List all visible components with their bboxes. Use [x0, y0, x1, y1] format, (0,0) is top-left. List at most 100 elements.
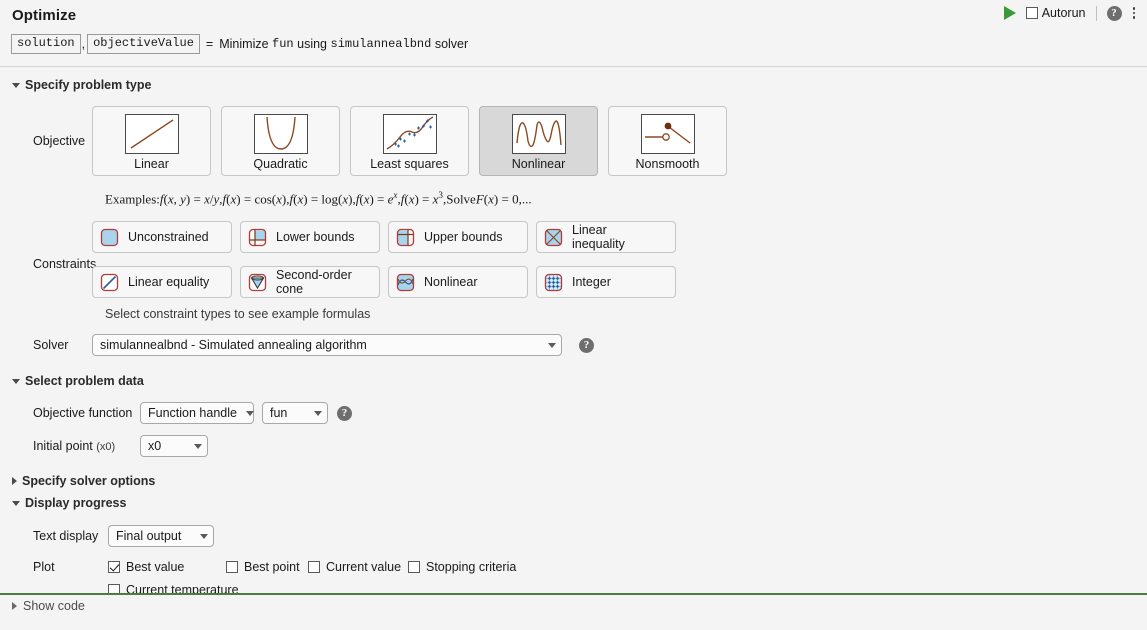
run-button[interactable]: [1003, 5, 1019, 21]
constraint-label-integer: Integer: [572, 275, 611, 290]
initial-point-dropdown[interactable]: x0: [140, 435, 208, 458]
section-specify-problem-type[interactable]: Specify problem type: [0, 78, 1147, 92]
constraint-integer[interactable]: Integer: [536, 266, 676, 299]
solver-dropdown[interactable]: simulannealbnd - Simulated annealing alg…: [92, 334, 562, 357]
upper-bounds-icon: [396, 228, 415, 247]
linear-plot-icon: [124, 114, 179, 154]
quadratic-plot-icon: [253, 114, 308, 154]
objective-type-group: Linear Quadratic Least squares Nonlinear…: [92, 106, 727, 176]
objective-tile-nonlinear[interactable]: Nonlinear: [479, 106, 598, 176]
objective-function-help-icon[interactable]: ?: [337, 405, 352, 421]
objective-tile-label-least-squares: Least squares: [370, 157, 449, 171]
output-variable-solution[interactable]: solution: [11, 34, 81, 54]
section-label-problem-type: Specify problem type: [25, 78, 152, 92]
show-code-toggle[interactable]: Show code: [0, 595, 1147, 613]
constraints-row-1: Unconstrained Lower bounds Upper bounds …: [92, 221, 676, 254]
section-display-progress[interactable]: Display progress: [0, 496, 1147, 510]
constraint-label-unconstrained: Unconstrained: [128, 230, 209, 245]
header-controls: Autorun ?: [1003, 5, 1139, 21]
constraint-linear-inequality[interactable]: Linear inequality: [536, 221, 676, 254]
text-display-dropdown[interactable]: Final output: [108, 525, 214, 548]
text-display-row: Text display Final output: [0, 525, 1147, 548]
integer-grid-icon: [544, 273, 563, 292]
output-variable-objectivevalue[interactable]: objectiveValue: [87, 34, 200, 54]
constraint-label-linear-inequality: Linear inequality: [572, 223, 625, 252]
linear-equality-icon: [100, 273, 119, 292]
summary-minimize-word: Minimize: [219, 37, 269, 51]
plot-checkbox-stopping-criteria[interactable]: Stopping criteria: [408, 560, 516, 574]
autorun-label: Autorun: [1041, 6, 1086, 20]
constraint-lower-bounds[interactable]: Lower bounds: [240, 221, 380, 254]
autorun-toggle[interactable]: Autorun: [1025, 6, 1086, 20]
chevron-down-icon: [12, 500, 20, 506]
summary-using-word: using: [297, 37, 328, 51]
best-point-checkbox[interactable]: [226, 561, 238, 574]
objective-tile-nonsmooth[interactable]: Nonsmooth: [608, 106, 727, 176]
constraint-label-upper-bounds: Upper bounds: [424, 230, 503, 245]
plot-checkbox-best-value[interactable]: Best value: [108, 560, 226, 574]
chevron-down-icon: [245, 410, 254, 416]
objective-tile-label-nonlinear: Nonlinear: [511, 157, 566, 171]
objective-function-value-dropdown[interactable]: fun: [262, 402, 328, 425]
page-title: Optimize: [12, 7, 77, 24]
stopping-criteria-checkbox[interactable]: [408, 561, 420, 574]
objective-tile-label-quadratic: Quadratic: [253, 157, 308, 171]
chevron-down-icon: [548, 342, 556, 348]
task-body: Specify problem type Objective Linear Qu…: [0, 78, 1147, 618]
unconstrained-square-icon: [100, 228, 119, 247]
constraint-label-second-order-cone: Second-order cone: [276, 268, 352, 297]
objective-tile-least-squares[interactable]: Least squares: [350, 106, 469, 176]
plot-label-current-value: Current value: [326, 560, 402, 575]
constraint-unconstrained[interactable]: Unconstrained: [92, 221, 232, 254]
constraint-label-linear-equality: Linear equality: [128, 275, 210, 290]
current-value-checkbox[interactable]: [308, 561, 320, 574]
nonsmooth-plot-icon: [640, 114, 695, 154]
constraint-linear-equality[interactable]: Linear equality: [92, 266, 232, 299]
help-icon[interactable]: ?: [1106, 5, 1122, 21]
summary-solver-word: solver: [434, 37, 469, 51]
nonlinear-plot-icon: [511, 114, 566, 154]
summary-equals: =: [205, 37, 214, 51]
linear-inequality-icon: [544, 228, 563, 247]
text-display-label: Text display: [33, 529, 99, 544]
objective-tile-linear[interactable]: Linear: [92, 106, 211, 176]
task-summary: solution , objectiveValue = Minimize fun…: [11, 34, 468, 54]
objective-tile-quadratic[interactable]: Quadratic: [221, 106, 340, 176]
solver-dropdown-value: simulannealbnd - Simulated annealing alg…: [100, 338, 367, 353]
examples-label: Examples:: [105, 191, 160, 207]
constraint-nonlinear[interactable]: Nonlinear: [388, 266, 528, 299]
solver-row: Solver simulannealbnd - Simulated anneal…: [0, 334, 1147, 357]
constraints-row: Constraints Unconstrained Lower bounds U…: [0, 221, 1147, 299]
chevron-down-icon: [200, 533, 208, 539]
objective-function-type-value: Function handle: [148, 406, 237, 421]
initial-point-row: Initial point (x0) x0: [0, 435, 1147, 458]
best-value-checkbox[interactable]: [108, 561, 120, 574]
section-label-problem-data: Select problem data: [25, 374, 144, 389]
solver-help-icon[interactable]: ?: [579, 337, 594, 353]
initial-point-value: x0: [148, 439, 162, 454]
plot-label-stopping-criteria: Stopping criteria: [426, 560, 517, 575]
initial-point-label-text: Initial point: [33, 439, 93, 454]
more-options-icon[interactable]: [1129, 5, 1140, 21]
objective-label: Objective: [33, 134, 86, 148]
objective-function-label: Objective function: [33, 406, 133, 421]
initial-point-label-sub: (x0): [96, 441, 116, 454]
section-select-problem-data[interactable]: Select problem data: [0, 374, 1147, 388]
constraint-upper-bounds[interactable]: Upper bounds: [388, 221, 528, 254]
objective-row: Objective Linear Quadratic Least squares…: [0, 106, 1147, 176]
section-specify-solver-options[interactable]: Specify solver options: [0, 474, 1147, 488]
objective-function-type-dropdown[interactable]: Function handle: [140, 402, 254, 425]
plot-checkbox-best-point[interactable]: Best point: [226, 560, 308, 574]
constraints-hint: Select constraint types to see example f…: [105, 307, 371, 322]
constraint-second-order-cone[interactable]: Second-order cone: [240, 266, 380, 299]
objective-tile-label-nonsmooth: Nonsmooth: [635, 157, 700, 171]
constraints-label: Constraints: [33, 257, 97, 272]
initial-point-label: Initial point (x0): [0, 439, 140, 453]
plot-options-row-1: Plot Best value Best point Current value…: [0, 560, 1147, 574]
least-squares-plot-icon: [382, 114, 437, 154]
plot-checkbox-current-value[interactable]: Current value: [308, 560, 408, 574]
nonlinear-constraint-icon: [396, 273, 415, 292]
task-footer: Show code: [0, 593, 1147, 618]
autorun-checkbox[interactable]: [1025, 7, 1038, 19]
plot-label-best-point: Best point: [244, 560, 300, 575]
